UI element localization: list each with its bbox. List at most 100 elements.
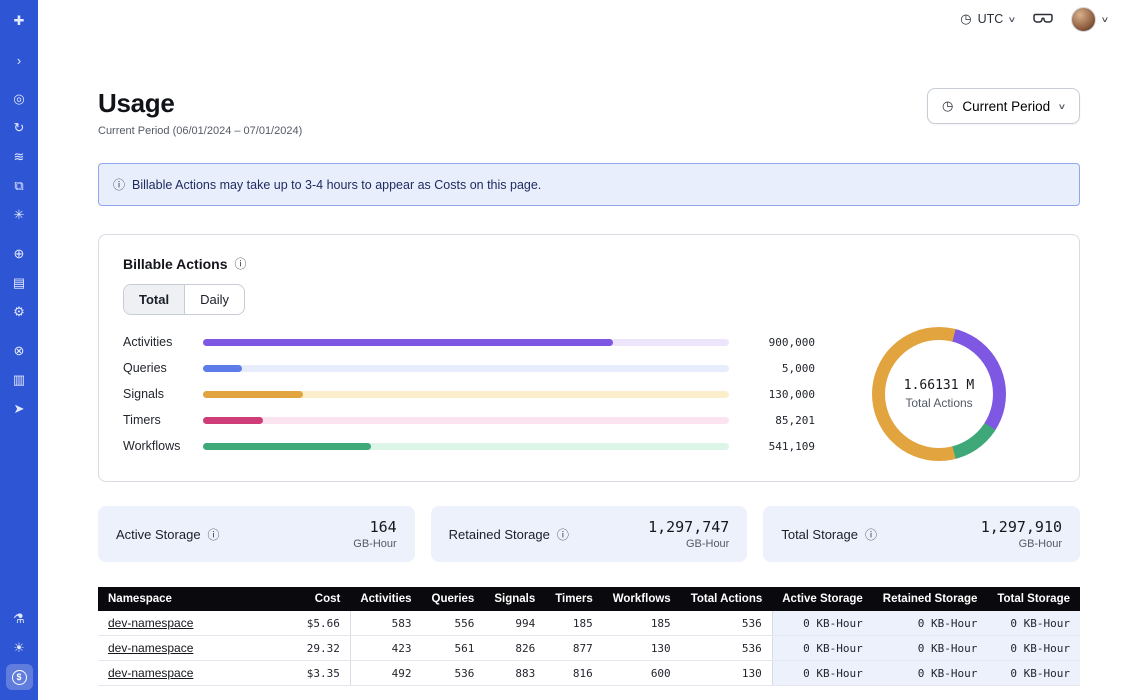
tab-daily[interactable]: Daily bbox=[185, 285, 244, 314]
table-cell: 0 KB-Hour bbox=[873, 661, 988, 686]
namespace-link[interactable]: dev-namespace bbox=[108, 616, 193, 630]
clock-icon: ◷ bbox=[960, 11, 971, 27]
table-cell: 0 KB-Hour bbox=[772, 611, 873, 636]
table-cell: $3.35 bbox=[297, 661, 351, 686]
bar-row-queries: Queries 5,000 bbox=[123, 355, 815, 381]
table-cell: 0 KB-Hour bbox=[772, 661, 873, 686]
bar-row-timers: Timers85,201 bbox=[123, 407, 815, 433]
bar-row-workflows: Workflows 541,109 bbox=[123, 433, 815, 459]
bar-track bbox=[203, 391, 729, 398]
bar-value: 900,000 bbox=[741, 336, 815, 349]
table-cell: 536 bbox=[681, 611, 773, 636]
nav-integrations[interactable]: ⊗ bbox=[6, 338, 33, 364]
table-cell: 561 bbox=[422, 636, 485, 661]
nav-namespaces[interactable]: ◎ bbox=[6, 86, 33, 112]
info-banner: ⓘ Billable Actions may take up to 3-4 ho… bbox=[98, 163, 1080, 206]
table-cell: 130 bbox=[603, 636, 681, 661]
col-header: Cost bbox=[297, 587, 351, 611]
total-actions-label: Total Actions bbox=[905, 396, 972, 410]
nav-deployments-icon: ⧉ bbox=[14, 178, 23, 194]
col-header: Activities bbox=[350, 587, 421, 611]
bar-value: 5,000 bbox=[741, 362, 815, 375]
stat-value: 1,297,747 bbox=[648, 518, 729, 536]
table-cell: 0 KB-Hour bbox=[772, 636, 873, 661]
bar-value: 85,201 bbox=[741, 414, 815, 427]
goggles-icon bbox=[1033, 11, 1053, 28]
temporal-logo[interactable]: ✚ bbox=[6, 8, 33, 34]
period-selector-button[interactable]: ◷ Current Period ∨ bbox=[927, 88, 1080, 124]
expand-nav[interactable]: › bbox=[6, 47, 33, 73]
timezone-selector[interactable]: ◷ UTC ∨ bbox=[960, 11, 1015, 27]
nav-docs[interactable]: ▥ bbox=[6, 367, 33, 393]
feedback-button[interactable] bbox=[1033, 11, 1053, 28]
nav-settings[interactable]: ⚙ bbox=[6, 299, 33, 325]
nav-billing[interactable]: ▤ bbox=[6, 270, 33, 296]
table-cell: 994 bbox=[484, 611, 545, 636]
stat-unit: GB-Hour bbox=[981, 538, 1062, 550]
namespace-cell: dev-namespace bbox=[98, 661, 297, 686]
page-title: Usage bbox=[98, 88, 302, 119]
main-area: ◷ UTC ∨ ∨ Usage Current Period bbox=[38, 0, 1126, 700]
timezone-label: UTC bbox=[978, 12, 1004, 26]
tab-total[interactable]: Total bbox=[124, 285, 185, 314]
table-row: dev-namespace$5.665835569941851855360 KB… bbox=[98, 611, 1080, 636]
nav-queues-icon: ≋ bbox=[14, 149, 25, 165]
nav-namespaces-icon: ◎ bbox=[13, 91, 24, 107]
nav-integrations-icon: ⊗ bbox=[14, 343, 25, 359]
usage-page: Usage Current Period (06/01/2024 – 07/01… bbox=[38, 38, 1126, 700]
usage-table: NamespaceCostActivitiesQueriesSignalsTim… bbox=[98, 587, 1080, 686]
table-cell: 600 bbox=[603, 661, 681, 686]
nav-getting-started[interactable]: ➤ bbox=[6, 396, 33, 422]
donut-center: 1.66131 M Total Actions bbox=[872, 327, 1006, 461]
table-cell: 185 bbox=[603, 611, 681, 636]
table-cell: 883 bbox=[484, 661, 545, 686]
table-cell: 536 bbox=[681, 636, 773, 661]
bar-fill bbox=[203, 365, 242, 372]
chevron-down-icon: ∨ bbox=[1101, 15, 1110, 24]
table-cell: 492 bbox=[350, 661, 421, 686]
nav-labs[interactable]: ⚗ bbox=[6, 606, 33, 632]
table-cell: 0 KB-Hour bbox=[873, 611, 988, 636]
table-cell: $5.66 bbox=[297, 611, 351, 636]
col-header: Retained Storage bbox=[873, 587, 988, 611]
nav-docs-icon: ▥ bbox=[13, 372, 25, 388]
expand-nav-icon: › bbox=[17, 53, 21, 68]
nav-recent[interactable]: ↻ bbox=[6, 115, 33, 141]
info-icon[interactable]: ⓘ bbox=[235, 255, 247, 272]
bar-label: Workflows bbox=[123, 439, 191, 453]
nav-regions[interactable]: ⊕ bbox=[6, 241, 33, 267]
namespace-link[interactable]: dev-namespace bbox=[108, 641, 193, 655]
bar-label: Queries bbox=[123, 361, 191, 375]
total-actions-value: 1.66131 M bbox=[904, 378, 974, 393]
bar-fill bbox=[203, 339, 613, 346]
usage-table-body: dev-namespace$5.665835569941851855360 KB… bbox=[98, 611, 1080, 686]
nav-recent-icon: ↻ bbox=[14, 120, 25, 136]
info-icon[interactable]: ⓘ bbox=[557, 526, 569, 543]
topbar: ◷ UTC ∨ ∨ bbox=[38, 0, 1126, 38]
nav-queues[interactable]: ≋ bbox=[6, 144, 33, 170]
nav-usage[interactable]: $ bbox=[6, 664, 33, 690]
nav-batch[interactable]: ✳ bbox=[6, 202, 33, 228]
nav-theme[interactable]: ☀ bbox=[6, 635, 33, 661]
stat-card: Active Storageⓘ164GB-Hour bbox=[98, 506, 415, 562]
current-period-subtitle: Current Period (06/01/2024 – 07/01/2024) bbox=[98, 125, 302, 137]
stat-card: Total Storageⓘ1,297,910GB-Hour bbox=[763, 506, 1080, 562]
bar-value: 541,109 bbox=[741, 440, 815, 453]
period-selector-label: Current Period bbox=[962, 99, 1050, 114]
billable-actions-title: Billable Actions bbox=[123, 256, 228, 272]
namespace-link[interactable]: dev-namespace bbox=[108, 666, 193, 680]
avatar bbox=[1071, 7, 1096, 32]
nav-deployments[interactable]: ⧉ bbox=[6, 173, 33, 199]
bar-track bbox=[203, 339, 729, 346]
bar-fill bbox=[203, 443, 371, 450]
info-icon[interactable]: ⓘ bbox=[208, 526, 220, 543]
info-icon[interactable]: ⓘ bbox=[865, 526, 877, 543]
nav-theme-icon: ☀ bbox=[13, 640, 25, 656]
user-menu[interactable]: ∨ bbox=[1071, 7, 1108, 32]
table-cell: 0 KB-Hour bbox=[987, 661, 1080, 686]
stat-label: Active Storageⓘ bbox=[116, 526, 220, 543]
nav-batch-icon: ✳ bbox=[14, 207, 25, 223]
table-cell: 826 bbox=[484, 636, 545, 661]
bar-track bbox=[203, 443, 729, 450]
nav-getting-started-icon: ➤ bbox=[14, 401, 25, 417]
